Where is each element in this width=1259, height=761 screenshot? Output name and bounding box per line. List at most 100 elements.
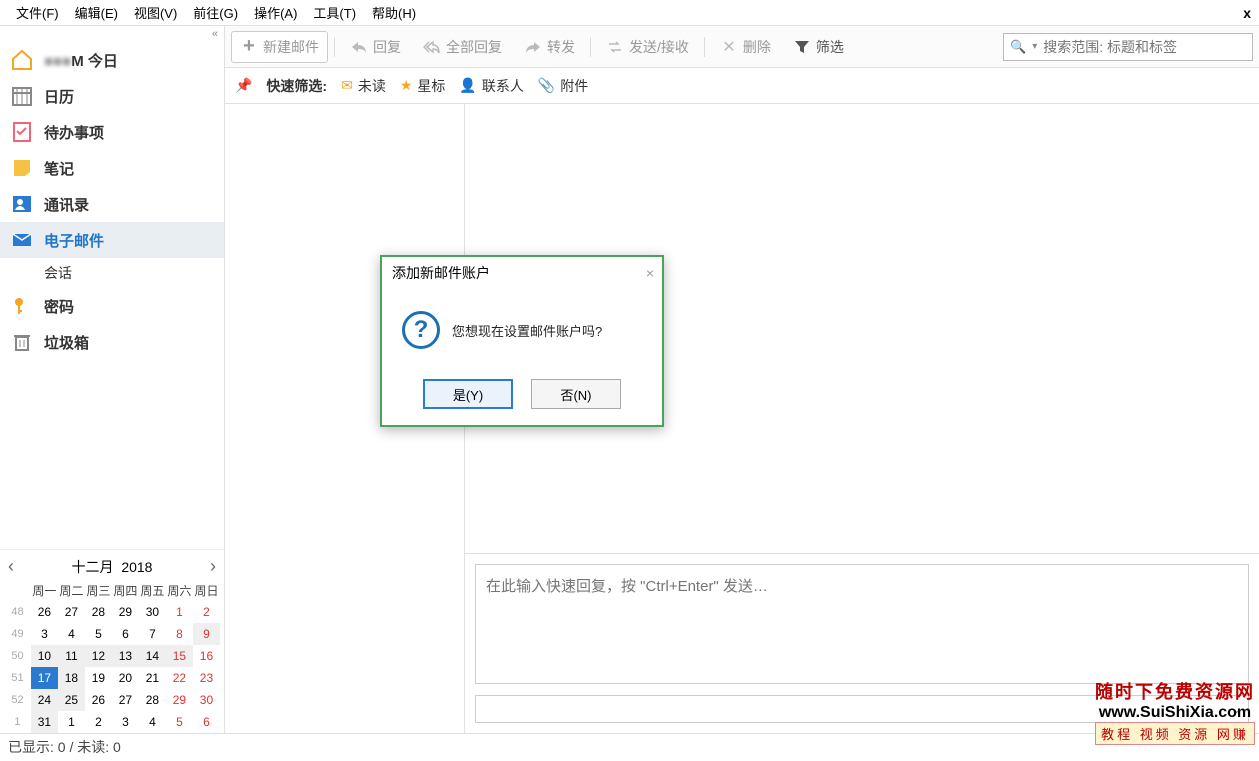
contacts-icon [10, 192, 34, 216]
paperclip-icon: 📎 [538, 77, 555, 94]
sidebar-item-label: 待办事项 [44, 122, 104, 143]
sidebar-item-label: 通讯录 [44, 194, 89, 215]
forward-button[interactable]: 转发 [515, 31, 584, 63]
question-icon: ? [402, 311, 440, 349]
filter-attachment[interactable]: 📎附件 [538, 76, 588, 96]
sidebar-sub-conversations[interactable]: 会话 [0, 258, 224, 288]
cal-day[interactable]: 21 [139, 667, 166, 689]
pin-icon[interactable]: 📌 [235, 77, 252, 94]
cal-day[interactable]: 30 [139, 601, 166, 623]
plus-icon: + [240, 38, 258, 56]
cal-next-button[interactable]: › [210, 556, 216, 577]
cal-day[interactable]: 30 [193, 689, 220, 711]
cal-day[interactable]: 1 [166, 601, 193, 623]
cal-day[interactable]: 9 [193, 623, 220, 645]
reply-all-button[interactable]: 全部回复 [414, 31, 511, 63]
key-icon [10, 294, 34, 318]
cal-day[interactable]: 8 [166, 623, 193, 645]
cal-day[interactable]: 24 [31, 689, 58, 711]
reply-icon [350, 38, 368, 56]
status-text: 已显示: 0 / 未读: 0 [8, 737, 121, 757]
menu-tools[interactable]: 工具(T) [305, 0, 364, 25]
sidebar-item-today[interactable]: ■■■M 今日 [0, 42, 224, 78]
search-box[interactable]: 🔍 ▾ [1003, 33, 1253, 61]
forward-icon [524, 38, 542, 56]
cal-day[interactable]: 17 [31, 667, 58, 689]
send-receive-button[interactable]: 发送/接收 [597, 31, 698, 63]
reply-button[interactable]: 回复 [341, 31, 410, 63]
cal-day[interactable]: 27 [58, 601, 85, 623]
dropdown-icon[interactable]: ▾ [1032, 41, 1037, 52]
menu-edit[interactable]: 编辑(E) [67, 0, 126, 25]
filter-contact[interactable]: 👤联系人 [459, 76, 523, 96]
delete-button[interactable]: ✕删除 [711, 31, 780, 63]
cal-day[interactable]: 3 [112, 711, 139, 733]
cal-day[interactable]: 16 [193, 645, 220, 667]
menu-help[interactable]: 帮助(H) [364, 0, 424, 25]
cal-day[interactable]: 25 [58, 689, 85, 711]
cal-day[interactable]: 5 [85, 623, 112, 645]
cal-day[interactable]: 3 [31, 623, 58, 645]
cal-day[interactable]: 22 [166, 667, 193, 689]
menu-action[interactable]: 操作(A) [246, 0, 305, 25]
cal-day[interactable]: 14 [139, 645, 166, 667]
cal-day[interactable]: 1 [58, 711, 85, 733]
close-icon[interactable]: x [1243, 5, 1251, 21]
sidebar-item-trash[interactable]: 垃圾箱 [0, 324, 224, 360]
cal-day[interactable]: 6 [112, 623, 139, 645]
cal-day[interactable]: 26 [31, 601, 58, 623]
filter-unread[interactable]: ✉未读 [341, 76, 386, 96]
cal-day[interactable]: 2 [85, 711, 112, 733]
home-icon [10, 48, 34, 72]
sidebar-item-label: 密码 [44, 296, 74, 317]
search-input[interactable] [1043, 39, 1246, 55]
cal-day[interactable]: 29 [112, 601, 139, 623]
mail-icon [10, 228, 34, 252]
dialog-close-button[interactable]: × [646, 265, 654, 281]
cal-day[interactable]: 31 [31, 711, 58, 733]
sidebar-item-tasks[interactable]: 待办事项 [0, 114, 224, 150]
watermark: 随时下免费资源网 www.SuiShiXia.com 教程 视频 资源 网赚 [1095, 678, 1255, 745]
cal-day[interactable]: 19 [85, 667, 112, 689]
filter-star[interactable]: ★星标 [400, 76, 446, 96]
cal-day[interactable]: 20 [112, 667, 139, 689]
dialog-no-button[interactable]: 否(N) [531, 379, 621, 409]
menu-go[interactable]: 前往(G) [185, 0, 246, 25]
menu-file[interactable]: 文件(F) [8, 0, 67, 25]
cal-day[interactable]: 5 [166, 711, 193, 733]
cal-day[interactable]: 28 [85, 601, 112, 623]
cal-day[interactable]: 4 [58, 623, 85, 645]
sidebar-item-label: 日历 [44, 86, 74, 107]
menu-view[interactable]: 视图(V) [126, 0, 185, 25]
cal-day[interactable]: 18 [58, 667, 85, 689]
search-icon: 🔍 [1010, 39, 1026, 55]
sidebar-item-label: 垃圾箱 [44, 332, 89, 353]
cal-day[interactable]: 10 [31, 645, 58, 667]
sidebar-item-notes[interactable]: 笔记 [0, 150, 224, 186]
sidebar-item-email[interactable]: 电子邮件 [0, 222, 224, 258]
cal-day[interactable]: 27 [112, 689, 139, 711]
cal-prev-button[interactable]: ‹ [8, 556, 14, 577]
cal-day[interactable]: 7 [139, 623, 166, 645]
cal-day[interactable]: 15 [166, 645, 193, 667]
sidebar-item-calendar[interactable]: 日历 [0, 78, 224, 114]
sidebar-item-contacts[interactable]: 通讯录 [0, 186, 224, 222]
cal-day[interactable]: 13 [112, 645, 139, 667]
cal-day[interactable]: 23 [193, 667, 220, 689]
cal-day[interactable]: 28 [139, 689, 166, 711]
cal-day[interactable]: 4 [139, 711, 166, 733]
cal-day[interactable]: 11 [58, 645, 85, 667]
envelope-icon: ✉ [341, 77, 353, 94]
cal-day[interactable]: 29 [166, 689, 193, 711]
add-account-dialog: 添加新邮件账户 × ? 您想现在设置邮件账户吗? 是(Y) 否(N) [380, 255, 664, 427]
cal-day[interactable]: 12 [85, 645, 112, 667]
filter-button[interactable]: 筛选 [784, 31, 853, 63]
dialog-yes-button[interactable]: 是(Y) [423, 379, 513, 409]
sidebar-item-passwords[interactable]: 密码 [0, 288, 224, 324]
cal-day[interactable]: 2 [193, 601, 220, 623]
cal-day[interactable]: 6 [193, 711, 220, 733]
quick-reply-input[interactable] [475, 564, 1249, 684]
new-mail-button[interactable]: +新建邮件 [231, 31, 328, 63]
sidebar-collapse-button[interactable]: « [0, 26, 224, 42]
cal-day[interactable]: 26 [85, 689, 112, 711]
